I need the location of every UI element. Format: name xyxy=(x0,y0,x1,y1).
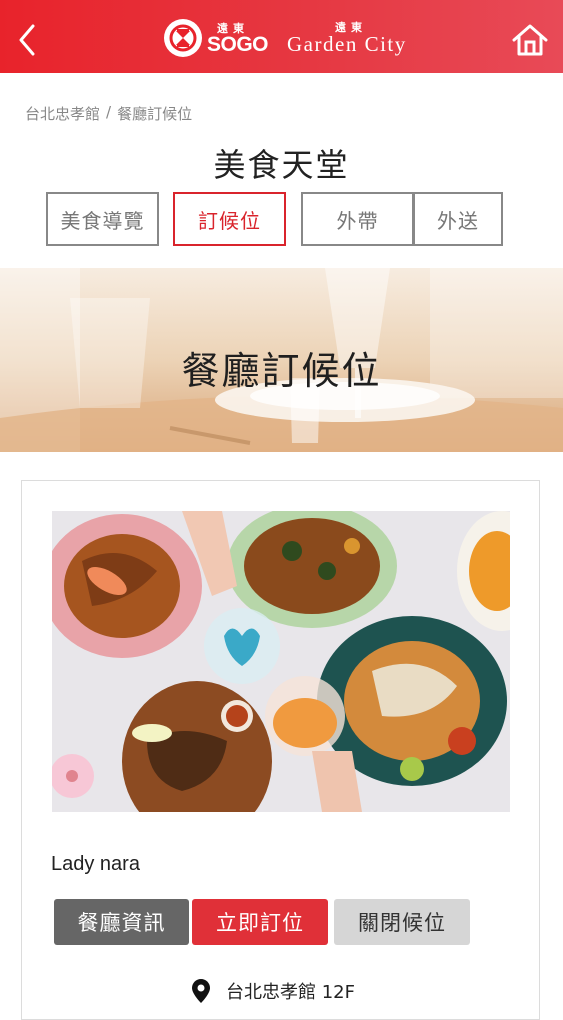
garden-city-logo-text: Garden City xyxy=(287,32,407,56)
breadcrumb-current: 餐廳訂候位 xyxy=(117,105,193,123)
map-pin-icon xyxy=(192,979,210,1003)
restaurant-card: Lady nara 餐廳資訊 立即訂位 關閉候位 台北忠孝館 12F xyxy=(21,480,540,1020)
restaurant-location: 台北忠孝館 12F xyxy=(192,978,355,1004)
app-header: 遠東 SOGO 遠東 Garden City xyxy=(0,0,563,73)
tab-reservation[interactable]: 訂候位 xyxy=(173,192,286,246)
book-now-button[interactable]: 立即訂位 xyxy=(192,899,328,945)
page-title: 美食天堂 xyxy=(213,146,350,184)
restaurant-photo[interactable] xyxy=(52,511,510,812)
brand-logo[interactable]: 遠東 SOGO 遠東 Garden City xyxy=(164,18,407,58)
sogo-logo-text: SOGO xyxy=(207,32,269,56)
restaurant-name: Lady nara xyxy=(51,853,140,875)
home-button[interactable] xyxy=(509,20,551,60)
tab-takeout[interactable]: 外帶 xyxy=(301,192,414,246)
home-icon xyxy=(512,24,548,56)
breadcrumb: 台北忠孝館 / 餐廳訂候位 xyxy=(25,103,192,124)
chevron-left-icon xyxy=(19,24,35,56)
tab-food-guide[interactable]: 美食導覽 xyxy=(46,192,159,246)
back-button[interactable] xyxy=(10,20,44,60)
breadcrumb-separator: / xyxy=(106,103,112,121)
waitlist-closed-button[interactable]: 關閉候位 xyxy=(334,899,470,945)
sogo-logo-icon xyxy=(164,19,202,57)
breadcrumb-store-link[interactable]: 台北忠孝館 xyxy=(25,103,100,124)
tab-delivery[interactable]: 外送 xyxy=(413,192,503,246)
location-text: 台北忠孝館 12F xyxy=(226,982,355,1003)
reservation-banner: 餐廳訂候位 xyxy=(0,268,563,452)
restaurant-info-button[interactable]: 餐廳資訊 xyxy=(54,899,189,945)
food-photo-image xyxy=(52,511,510,812)
banner-title: 餐廳訂候位 xyxy=(181,349,382,393)
